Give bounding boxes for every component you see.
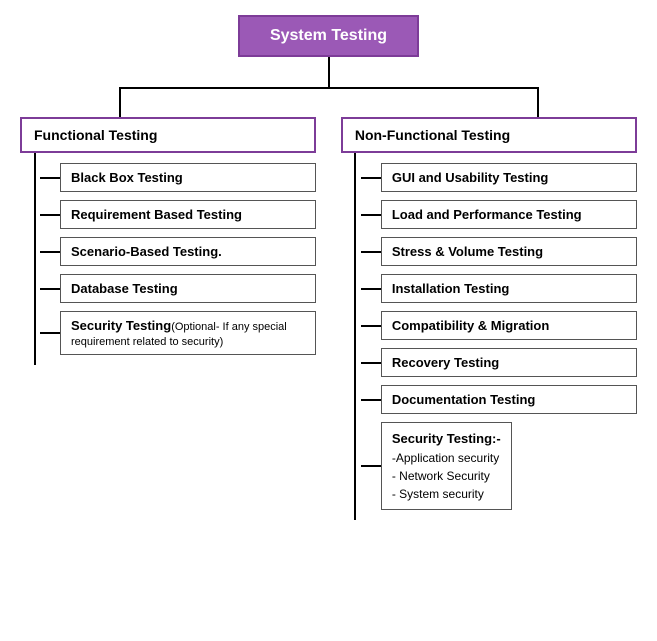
hstub — [40, 214, 60, 216]
documentation-label: Documentation Testing — [392, 392, 535, 407]
diagram: System Testing Functional Testing — [0, 0, 657, 535]
right-connector — [341, 153, 361, 520]
list-item: Installation Testing — [361, 274, 637, 303]
compatibility-label: Compatibility & Migration — [392, 318, 549, 333]
left-column: Functional Testing Black Box Testing — [20, 117, 316, 365]
horizontal-branch — [10, 87, 647, 117]
right-items-wrap: GUI and Usability Testing Load and Perfo… — [341, 153, 637, 520]
list-item: Security Testing:- -Application security… — [361, 422, 637, 510]
left-connector — [20, 153, 40, 365]
scenario-based-label: Scenario-Based Testing. — [71, 244, 222, 259]
gui-label: GUI and Usability Testing — [392, 170, 549, 185]
list-item: Black Box Testing — [40, 163, 316, 192]
list-item: Compatibility & Migration — [361, 311, 637, 340]
hstub — [361, 251, 381, 253]
security-left-label: Security Testing — [71, 318, 171, 333]
h-branch-inner — [69, 87, 589, 117]
security-left-item: Security Testing(Optional- If any specia… — [60, 311, 316, 355]
non-functional-testing-box: Non-Functional Testing — [341, 117, 637, 153]
list-item: Security Testing(Optional- If any specia… — [40, 311, 316, 355]
list-item: Database Testing — [40, 274, 316, 303]
gui-item: GUI and Usability Testing — [381, 163, 637, 192]
compatibility-item: Compatibility & Migration — [381, 311, 637, 340]
top-node-wrap: System Testing — [10, 15, 647, 57]
requirement-based-label: Requirement Based Testing — [71, 207, 242, 222]
list-item: GUI and Usability Testing — [361, 163, 637, 192]
recovery-label: Recovery Testing — [392, 355, 499, 370]
right-column: Non-Functional Testing GUI and Usability… — [341, 117, 637, 520]
load-label: Load and Performance Testing — [392, 207, 582, 222]
stress-item: Stress & Volume Testing — [381, 237, 637, 266]
columns: Functional Testing Black Box Testing — [10, 117, 647, 520]
left-items-list: Black Box Testing Requirement Based Test… — [40, 153, 316, 365]
list-item: Documentation Testing — [361, 385, 637, 414]
load-item: Load and Performance Testing — [381, 200, 637, 229]
scenario-based-item: Scenario-Based Testing. — [60, 237, 316, 266]
left-items-wrap: Black Box Testing Requirement Based Test… — [20, 153, 316, 365]
top-vertical-line — [10, 57, 647, 87]
functional-testing-label: Functional Testing — [34, 127, 157, 143]
requirement-based-item: Requirement Based Testing — [60, 200, 316, 229]
security-right-item-1: - Network Security — [392, 469, 501, 483]
stress-label: Stress & Volume Testing — [392, 244, 543, 259]
hstub — [40, 177, 60, 179]
documentation-item: Documentation Testing — [381, 385, 637, 414]
installation-item: Installation Testing — [381, 274, 637, 303]
list-item: Load and Performance Testing — [361, 200, 637, 229]
right-items-list: GUI and Usability Testing Load and Perfo… — [361, 153, 637, 520]
functional-testing-box: Functional Testing — [20, 117, 316, 153]
security-right-item: Security Testing:- -Application security… — [381, 422, 512, 510]
hstub — [361, 362, 381, 364]
system-testing-node: System Testing — [238, 15, 419, 57]
database-item: Database Testing — [60, 274, 316, 303]
security-right-title: Security Testing:- — [392, 431, 501, 446]
recovery-item: Recovery Testing — [381, 348, 637, 377]
system-testing-label: System Testing — [270, 27, 387, 44]
installation-label: Installation Testing — [392, 281, 510, 296]
security-right-item-2: - System security — [392, 487, 501, 501]
black-box-item: Black Box Testing — [60, 163, 316, 192]
database-label: Database Testing — [71, 281, 178, 296]
list-item: Stress & Volume Testing — [361, 237, 637, 266]
security-right-item-0: -Application security — [392, 451, 501, 465]
hstub — [361, 399, 381, 401]
list-item: Recovery Testing — [361, 348, 637, 377]
hstub — [361, 325, 381, 327]
hstub — [361, 465, 381, 467]
black-box-label: Black Box Testing — [71, 170, 183, 185]
list-item: Scenario-Based Testing. — [40, 237, 316, 266]
hstub — [361, 177, 381, 179]
hstub — [40, 251, 60, 253]
non-functional-testing-label: Non-Functional Testing — [355, 127, 510, 143]
hstub — [40, 332, 60, 334]
hstub — [361, 214, 381, 216]
list-item: Requirement Based Testing — [40, 200, 316, 229]
hstub — [361, 288, 381, 290]
hstub — [40, 288, 60, 290]
